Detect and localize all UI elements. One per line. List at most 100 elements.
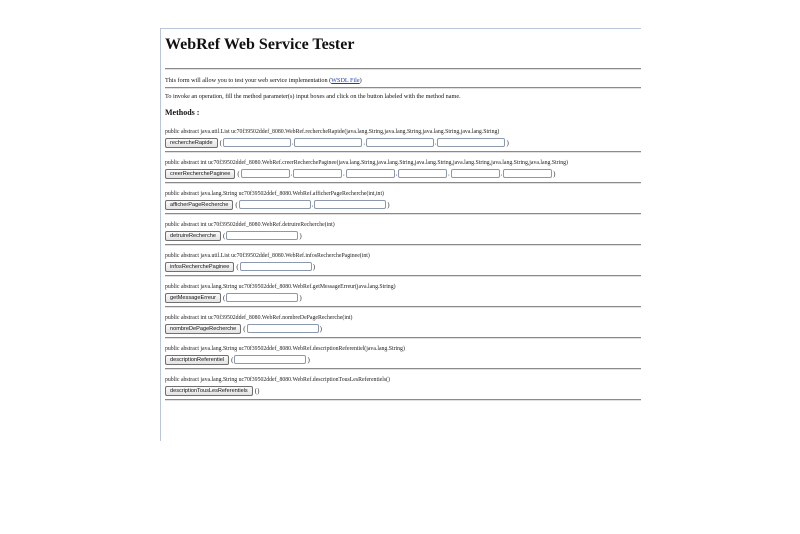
creerRecherchePaginee-button[interactable]: creerRecherchePaginee	[165, 168, 236, 179]
method-block: public abstract int uc70f39502ddef_8080.…	[165, 315, 641, 339]
close-paren: )	[257, 386, 260, 395]
close-paren: )	[553, 169, 556, 178]
method-block: public abstract java.util.List uc70f3950…	[165, 129, 641, 153]
divider	[165, 306, 641, 308]
param-separator: ,	[343, 170, 345, 177]
param-input-3[interactable]	[345, 169, 395, 178]
param-input-2[interactable]	[293, 169, 343, 178]
method-invoke-row: creerRecherchePaginee(,,,,,)	[165, 168, 641, 179]
infosRecherchePaginee-button[interactable]: infosRecherchePaginee	[165, 261, 235, 272]
close-paren: )	[319, 324, 322, 333]
page-content: WebRef Web Service Tester This form will…	[165, 29, 641, 404]
open-paren: (	[236, 262, 239, 271]
close-paren: )	[312, 262, 316, 271]
close-paren: )	[307, 355, 310, 364]
param-input-4[interactable]	[437, 138, 506, 147]
detruireRecherche-button[interactable]: detruireRecherche	[165, 230, 222, 241]
divider	[165, 182, 641, 184]
method-invoke-row: nombreDePageRecherche()	[165, 323, 641, 334]
methods-heading: Methods :	[165, 108, 200, 117]
close-paren: )	[299, 293, 302, 302]
open-paren: (	[223, 231, 226, 240]
intro-line: This form will allow you to test your we…	[165, 77, 641, 85]
method-signature: public abstract int uc70f39502ddef_8080.…	[165, 315, 353, 321]
open-paren: (	[219, 138, 222, 147]
open-paren: (	[243, 324, 246, 333]
method-invoke-row: infosRecherchePaginee()	[165, 261, 641, 272]
close-paren: )	[387, 200, 390, 209]
param-separator: ,	[291, 139, 294, 146]
param-separator: ,	[395, 170, 398, 177]
param-separator: ,	[500, 170, 503, 177]
param-input-4[interactable]	[398, 169, 448, 178]
method-signature: public abstract java.util.List uc70f3950…	[165, 129, 500, 135]
intro-close: )	[359, 77, 362, 84]
param-input-1[interactable]	[239, 262, 312, 271]
method-block: public abstract int uc70f39502ddef_8080.…	[165, 160, 641, 184]
divider	[165, 275, 641, 277]
page-frame: WebRef Web Service Tester This form will…	[160, 28, 641, 441]
param-separator: ,	[290, 170, 293, 177]
open-paren: (	[223, 293, 226, 302]
method-signature: public abstract java.lang.String uc70f39…	[165, 191, 384, 197]
method-signature: public abstract java.lang.String uc70f39…	[165, 346, 405, 352]
method-invoke-row: rechercheRapide(,,,)	[165, 137, 641, 148]
param-input-1[interactable]	[222, 138, 291, 147]
wsdl-link[interactable]: WSDL File	[331, 77, 359, 84]
param-input-6[interactable]	[503, 169, 553, 178]
method-signature: public abstract int uc70f39502ddef_8080.…	[165, 222, 335, 228]
instructions-text: To invoke an operation, fill the method …	[165, 93, 461, 100]
afficherPageRecherche-button[interactable]: afficherPageRecherche	[165, 199, 234, 210]
param-separator: ,	[363, 139, 365, 146]
close-paren: )	[506, 138, 509, 147]
param-input-1[interactable]	[246, 324, 319, 333]
descriptionTousLesReferentiels-button[interactable]: descriptionTousLesReferentiels	[165, 385, 253, 396]
param-input-1[interactable]	[234, 355, 307, 364]
methods-list: public abstract java.util.List uc70f3950…	[165, 129, 641, 401]
method-block: public abstract java.lang.String uc70f39…	[165, 191, 641, 215]
divider	[165, 399, 641, 401]
divider	[165, 244, 641, 246]
method-block: public abstract java.lang.String uc70f39…	[165, 284, 641, 308]
nombreDePageRecherche-button[interactable]: nombreDePageRecherche	[165, 323, 242, 334]
method-signature: public abstract java.lang.String uc70f39…	[165, 284, 396, 290]
divider	[165, 151, 641, 153]
divider	[165, 87, 641, 89]
divider	[165, 213, 641, 215]
param-input-1[interactable]	[240, 169, 290, 178]
close-paren: )	[299, 231, 302, 240]
divider	[165, 68, 641, 70]
divider	[165, 368, 641, 370]
page-title: WebRef Web Service Tester	[165, 36, 355, 53]
method-invoke-row: detruireRecherche()	[165, 230, 641, 241]
open-paren: (	[235, 200, 238, 209]
method-block: public abstract java.lang.String uc70f39…	[165, 377, 641, 401]
param-input-2[interactable]	[314, 200, 387, 209]
method-invoke-row: descriptionTousLesReferentiels()	[165, 385, 641, 396]
divider	[165, 337, 641, 339]
param-separator: ,	[448, 170, 450, 177]
method-invoke-row: descriptionReferentiel()	[165, 354, 641, 365]
rechercheRapide-button[interactable]: rechercheRapide	[165, 137, 218, 148]
param-input-5[interactable]	[450, 169, 500, 178]
method-block: public abstract java.util.List uc70f3950…	[165, 253, 641, 277]
param-input-3[interactable]	[365, 138, 434, 147]
method-block: public abstract int uc70f39502ddef_8080.…	[165, 222, 641, 246]
param-separator: ,	[434, 139, 437, 146]
param-input-1[interactable]	[226, 293, 299, 302]
method-signature: public abstract int uc70f39502ddef_8080.…	[165, 160, 568, 166]
param-input-2[interactable]	[294, 138, 363, 147]
method-signature: public abstract java.util.List uc70f3950…	[165, 253, 370, 259]
param-separator: ,	[311, 201, 314, 208]
getMessageErreur-button[interactable]: getMessageErreur	[165, 292, 222, 303]
descriptionReferentiel-button[interactable]: descriptionReferentiel	[165, 354, 230, 365]
param-input-1[interactable]	[238, 200, 311, 209]
open-paren: (	[231, 355, 234, 364]
param-input-1[interactable]	[226, 231, 299, 240]
method-signature: public abstract java.lang.String uc70f39…	[165, 377, 390, 383]
method-block: public abstract java.lang.String uc70f39…	[165, 346, 641, 370]
method-invoke-row: getMessageErreur()	[165, 292, 641, 303]
method-invoke-row: afficherPageRecherche(,)	[165, 199, 641, 210]
open-paren: (	[237, 169, 240, 178]
intro-text: This form will allow you to test your we…	[165, 77, 332, 84]
